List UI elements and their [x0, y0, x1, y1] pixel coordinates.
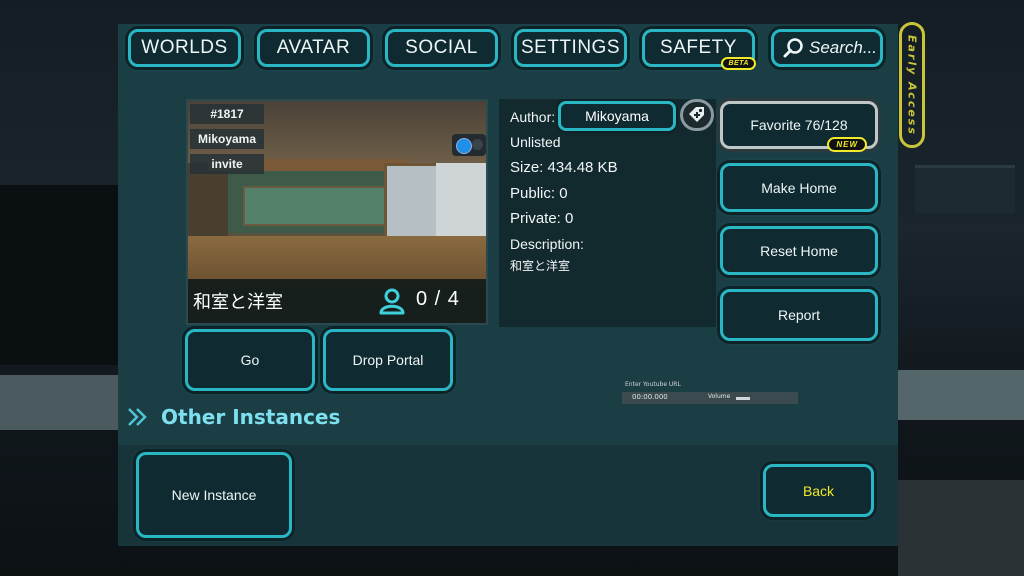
size-text: Size: 434.48 KB — [510, 159, 618, 176]
tab-safety[interactable]: SAFETY BETA — [642, 29, 756, 70]
thumbnail-toggle[interactable] — [452, 134, 486, 156]
new-badge: NEW — [827, 137, 867, 152]
go-label: Go — [240, 352, 260, 368]
tab-settings[interactable]: SETTINGS — [514, 29, 627, 67]
reset-home-label: Reset Home — [760, 242, 838, 259]
tab-worlds[interactable]: WORLDS — [128, 29, 241, 67]
drop-portal-button[interactable]: Drop Portal — [323, 329, 453, 391]
search-icon — [783, 38, 803, 58]
double-chevron-icon — [128, 408, 147, 426]
instance-owner-tag: Mikoyama — [190, 129, 264, 149]
tab-safety-label: SAFETY — [660, 37, 737, 58]
instance-type-tag: invite — [190, 154, 264, 174]
tab-worlds-label: WORLDS — [141, 37, 228, 58]
youtube-player-overlay: Enter Youtube URL 00:00.000 Volume — [622, 380, 800, 406]
back-button[interactable]: Back — [763, 464, 874, 517]
youtube-url-label: Enter Youtube URL — [625, 381, 681, 388]
back-label: Back — [802, 482, 835, 499]
favorite-label: Favorite 76/128 — [750, 117, 848, 133]
tag-plus-icon — [689, 107, 704, 122]
background-floor-left — [0, 375, 120, 430]
early-access-label: Early Access — [905, 34, 919, 136]
drop-portal-label: Drop Portal — [352, 352, 424, 368]
tab-avatar[interactable]: AVATAR — [257, 29, 370, 67]
add-tag-button[interactable] — [680, 99, 714, 131]
tab-social-label: SOCIAL — [405, 37, 478, 58]
go-button[interactable]: Go — [185, 329, 315, 391]
report-button[interactable]: Report — [720, 289, 878, 341]
reset-home-button[interactable]: Reset Home — [720, 226, 878, 275]
world-info-panel: Author: Unlisted Size: 434.48 KB Public:… — [499, 99, 716, 327]
toggle-knob-off — [472, 139, 483, 150]
background-wall-left — [0, 185, 120, 365]
tab-avatar-label: AVATAR — [276, 37, 351, 58]
instance-id-tag: #1817 — [190, 104, 264, 124]
description-label: Description: — [510, 236, 584, 252]
background-sofa — [898, 480, 1024, 576]
search-button[interactable]: Search... — [771, 29, 883, 67]
search-label: Search... — [809, 38, 878, 57]
toggle-knob-on — [456, 138, 472, 154]
other-instances-title: Other Instances — [161, 405, 341, 429]
youtube-volume-bar — [736, 397, 750, 400]
author-label: Author: — [510, 109, 556, 125]
private-count: Private: 0 — [510, 210, 574, 227]
youtube-time: 00:00.000 — [632, 393, 668, 401]
new-instance-label: New Instance — [171, 487, 257, 503]
world-name: 和室と洋室 — [193, 292, 283, 313]
tab-social[interactable]: SOCIAL — [385, 29, 498, 67]
other-instances-header: Other Instances — [127, 405, 340, 429]
make-home-label: Make Home — [761, 179, 837, 196]
world-thumbnail: #1817 Mikoyama invite 和室と洋室 0 / 4 — [186, 99, 488, 325]
author-button[interactable]: Mikoyama — [558, 101, 676, 131]
youtube-volume-label: Volume — [708, 393, 731, 400]
user-icon — [379, 288, 405, 315]
room-shoji-screen — [243, 186, 397, 226]
background-shelf — [915, 165, 1015, 213]
player-count: 0 / 4 — [416, 288, 460, 310]
public-count: Public: 0 — [510, 185, 568, 202]
report-label: Report — [777, 307, 821, 323]
background-floor-right — [898, 370, 1024, 420]
description-text: 和室と洋室 — [510, 259, 571, 273]
make-home-button[interactable]: Make Home — [720, 163, 878, 212]
thumbnail-info-bar: 和室と洋室 0 / 4 — [188, 279, 486, 323]
beta-badge: BETA — [721, 57, 756, 70]
new-instance-button[interactable]: New Instance — [136, 452, 292, 538]
early-access-badge: Early Access — [899, 22, 925, 148]
visibility-text: Unlisted — [510, 134, 561, 150]
tab-settings-label: SETTINGS — [520, 37, 620, 58]
favorite-button[interactable]: Favorite 76/128 NEW — [720, 101, 878, 152]
